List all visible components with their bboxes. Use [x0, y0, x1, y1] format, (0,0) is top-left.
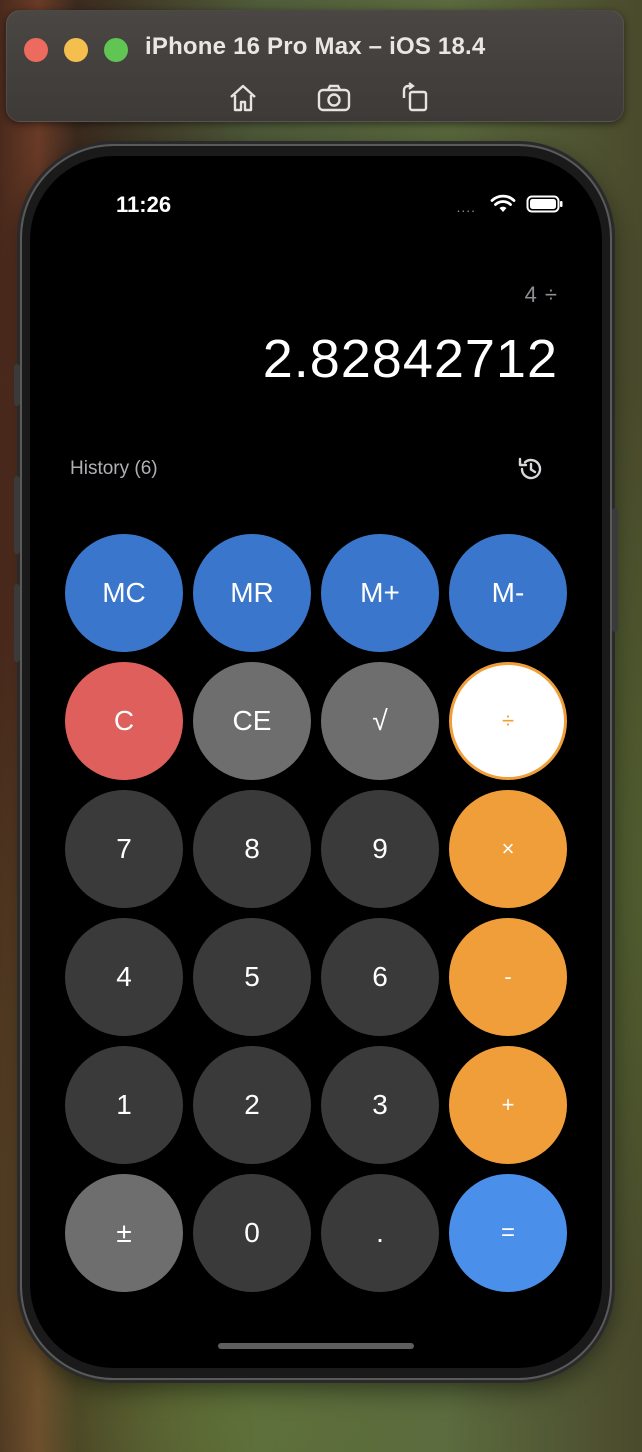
simulator-title-bar: iPhone 16 Pro Max – iOS 18.4: [6, 10, 624, 122]
window-close-button[interactable]: [24, 38, 48, 62]
volume-down-button: [14, 584, 20, 662]
iphone-frame: 11:26 .... 4 ÷ 2.82842712 History (6) MC…: [14, 146, 618, 1378]
keypad: MC MR M+ M- C CE √ ÷ 7 8 9 × 4 5 6- 1 2 3 + ±0. =: [65, 534, 567, 1292]
battery-icon: [526, 194, 564, 219]
digit-4-button[interactable]: 4: [65, 918, 183, 1036]
add-button[interactable]: +: [449, 1046, 567, 1164]
action-button: [14, 364, 20, 406]
mc-button[interactable]: MC: [65, 534, 183, 652]
mr-button[interactable]: MR: [193, 534, 311, 652]
home-indicator[interactable]: [218, 1343, 414, 1349]
result-display: 2.82842712: [262, 329, 558, 389]
m-plus-button[interactable]: M+: [321, 534, 439, 652]
status-icons: ....: [456, 194, 564, 219]
sqrt-button[interactable]: √: [321, 662, 439, 780]
digit-8-button[interactable]: 8: [193, 790, 311, 908]
digit-7-button[interactable]: 7: [65, 790, 183, 908]
window-title: iPhone 16 Pro Max – iOS 18.4: [145, 33, 486, 60]
decimal-button[interactable]: .: [321, 1174, 439, 1292]
digit-6-button[interactable]: 6: [321, 918, 439, 1036]
subtract-button[interactable]: -: [449, 918, 567, 1036]
digit-1-button[interactable]: 1: [65, 1046, 183, 1164]
clear-entry-button[interactable]: CE: [193, 662, 311, 780]
digit-5-button[interactable]: 5: [193, 918, 311, 1036]
divide-button[interactable]: ÷: [449, 662, 567, 780]
power-button: [612, 508, 618, 632]
digit-3-button[interactable]: 3: [321, 1046, 439, 1164]
signal-dots: ....: [456, 198, 476, 215]
window-minimize-button[interactable]: [64, 38, 88, 62]
m-minus-button[interactable]: M-: [449, 534, 567, 652]
plus-minus-button[interactable]: ±: [65, 1174, 183, 1292]
clear-button[interactable]: C: [65, 662, 183, 780]
expression-text: 4 ÷: [524, 282, 558, 307]
status-time: 11:26: [116, 192, 172, 217]
history-icon[interactable]: [514, 452, 548, 486]
digit-0-button[interactable]: 0: [193, 1174, 311, 1292]
digit-2-button[interactable]: 2: [193, 1046, 311, 1164]
multiply-button[interactable]: ×: [449, 790, 567, 908]
window-zoom-button[interactable]: [104, 38, 128, 62]
volume-up-button: [14, 476, 20, 554]
equals-button[interactable]: =: [449, 1174, 567, 1292]
home-icon[interactable]: [225, 81, 261, 115]
device-screen: 11:26 .... 4 ÷ 2.82842712 History (6) MC…: [30, 156, 602, 1368]
digit-9-button[interactable]: 9: [321, 790, 439, 908]
screenshot-icon[interactable]: [316, 81, 352, 115]
wifi-icon: [490, 194, 516, 219]
rotate-icon[interactable]: [396, 81, 432, 115]
history-label[interactable]: History (6): [70, 458, 158, 480]
